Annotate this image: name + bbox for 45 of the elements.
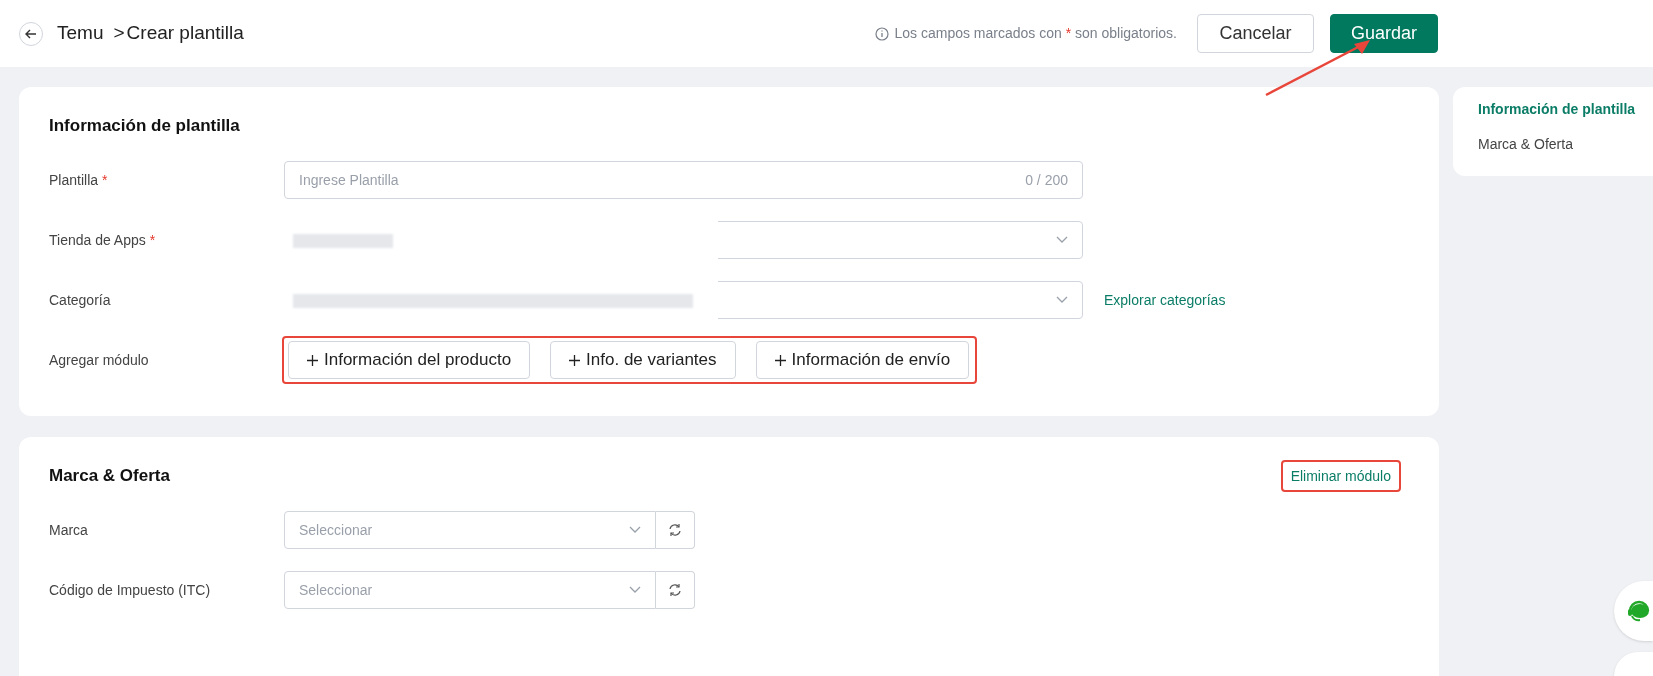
refresh-icon [668,523,682,537]
save-button[interactable]: Guardar [1330,14,1438,53]
required-fields-notice: Los campos marcados con * son obligatorios. [894,24,1177,43]
chevron-down-icon [1056,296,1068,304]
delete-module-link[interactable]: Eliminar módulo [1290,468,1391,484]
chevron-down-icon [629,526,641,534]
add-module-button[interactable]: Info. de variantes [550,341,736,379]
add-module-button[interactable]: Información del producto [288,341,531,379]
placeholder-text: Ingrese Plantilla [299,170,400,190]
plus-icon [307,354,318,366]
headset-chat-icon [1626,599,1652,623]
character-counter: 0 / 200 [1025,170,1068,190]
select-field[interactable]: Seleccionar [284,571,656,609]
cancel-button[interactable]: Cancelar [1197,14,1314,53]
plus-icon [569,354,581,366]
section-title: Marca & Oferta [49,465,170,488]
section-nav-link[interactable]: Información de plantilla [1478,99,1636,120]
section-title: Información de plantilla [49,115,240,138]
text-input-field[interactable]: Ingrese Plantilla 0 / 200 [284,161,1083,199]
refresh-button[interactable] [656,511,695,549]
field-label: Plantilla * [49,170,109,190]
page-title: Crear plantilla [126,21,244,46]
chat-support-button[interactable] [1614,581,1653,641]
field-label: Código de Impuesto (ITC) [49,580,212,600]
back-arrow-icon [25,28,37,39]
refresh-icon [668,583,682,597]
field-label: Agregar módulo [49,350,150,370]
placeholder-text: Seleccionar [299,580,374,600]
chevron-down-icon [1056,236,1068,244]
breadcrumb-separator: > [113,21,125,46]
add-module-button[interactable]: Información de envío [755,341,970,379]
select-field[interactable]: Seleccionar [284,511,656,549]
section-nav-link[interactable]: Marca & Oferta [1478,134,1573,155]
select-field[interactable] [284,281,1083,319]
field-label: Marca [49,520,89,540]
refresh-button[interactable] [656,571,695,609]
plus-icon [774,354,786,366]
chevron-down-icon [629,586,641,594]
breadcrumb-link[interactable]: Temu [57,19,104,48]
info-icon [874,26,889,41]
select-field[interactable] [284,221,1083,259]
placeholder-text: Seleccionar [299,520,374,540]
field-label: Categoría [49,290,112,310]
field-label: Tienda de Apps * [49,230,157,250]
explore-categories-link[interactable]: Explorar categorías [1104,289,1226,311]
